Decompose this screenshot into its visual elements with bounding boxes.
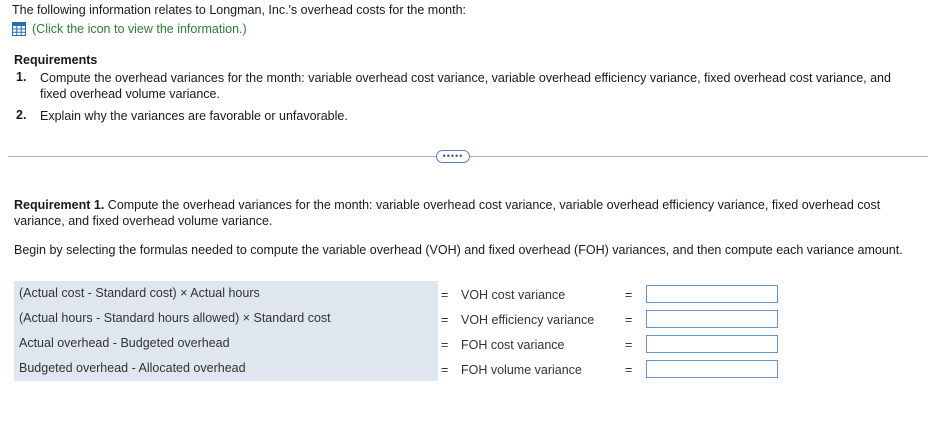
variance-label: FOH cost variance [461, 338, 565, 352]
formula-options-panel: (Actual cost - Standard cost) × Actual h… [14, 281, 438, 381]
equals-sign: = [625, 338, 633, 352]
equals-sign: = [625, 363, 633, 377]
requirement-1-prompt: Requirement 1. Compute the overhead vari… [14, 197, 919, 229]
foh-volume-variance-input[interactable] [646, 360, 778, 378]
foh-cost-variance-input[interactable] [646, 335, 778, 353]
variance-label: VOH efficiency variance [461, 313, 595, 327]
view-information-link[interactable]: (Click the icon to view the information.… [12, 22, 247, 36]
requirement-text: Compute the overhead variances for the m… [40, 71, 891, 101]
equals-sign: = [441, 288, 449, 302]
requirement-item: 1. Compute the overhead variances for th… [14, 70, 914, 102]
variance-label: FOH volume variance [461, 363, 582, 377]
requirement-item: 2. Explain why the variances are favorab… [14, 108, 914, 124]
formula-option[interactable]: Budgeted overhead - Allocated overhead [19, 358, 246, 378]
instruction-text: Begin by selecting the formulas needed t… [14, 243, 903, 257]
equals-sign: = [441, 313, 449, 327]
equals-sign: = [625, 288, 633, 302]
view-information-link-text[interactable]: (Click the icon to view the information.… [32, 22, 247, 36]
requirements-heading: Requirements [14, 53, 98, 67]
requirement-number: 1. [16, 70, 27, 84]
equals-sign: = [441, 338, 449, 352]
requirement-1-text: Compute the overhead variances for the m… [14, 198, 881, 228]
formula-option[interactable]: (Actual cost - Standard cost) × Actual h… [19, 283, 260, 303]
requirement-1-label: Requirement 1. [14, 198, 105, 212]
equals-sign: = [625, 313, 633, 327]
expand-more-button[interactable]: ••••• [436, 150, 470, 163]
voh-cost-variance-input[interactable] [646, 285, 778, 303]
table-grid-icon[interactable] [12, 22, 26, 36]
requirement-text: Explain why the variances are favorable … [40, 109, 348, 123]
voh-efficiency-variance-input[interactable] [646, 310, 778, 328]
equals-sign: = [441, 363, 449, 377]
requirement-number: 2. [16, 108, 27, 122]
requirements-list: 1. Compute the overhead variances for th… [14, 70, 914, 130]
variance-label: VOH cost variance [461, 288, 566, 302]
formula-option[interactable]: Actual overhead - Budgeted overhead [19, 333, 230, 353]
formula-option[interactable]: (Actual hours - Standard hours allowed) … [19, 308, 331, 328]
intro-text: The following information relates to Lon… [12, 3, 467, 17]
